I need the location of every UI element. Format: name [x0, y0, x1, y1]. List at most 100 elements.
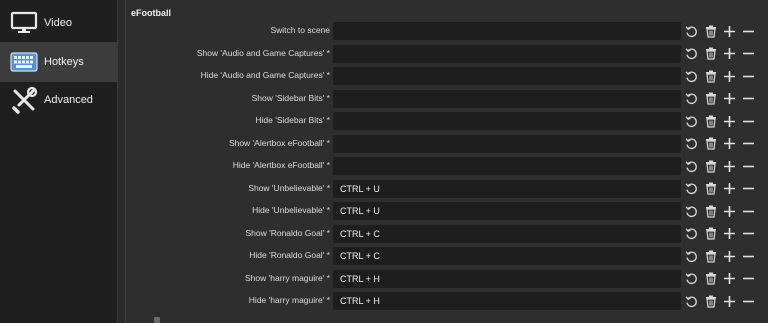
trash-icon[interactable] [703, 68, 718, 84]
hotkey-row: Hide 'harry maguire' * CTRL + H [118, 292, 768, 310]
plus-icon[interactable] [722, 23, 737, 39]
revert-icon[interactable] [684, 136, 699, 152]
hotkey-label: Show 'Alertbox eFootball' * [228, 137, 330, 148]
settings-sidebar: Video Hotkeys Advanced [0, 0, 118, 323]
hotkey-label: Switch to scene [270, 25, 330, 35]
hotkey-input[interactable] [333, 157, 681, 175]
hotkey-input[interactable] [333, 67, 681, 85]
plus-icon[interactable] [722, 271, 737, 287]
trash-icon[interactable] [703, 158, 718, 174]
minus-icon[interactable] [741, 91, 756, 107]
plus-icon[interactable] [722, 181, 737, 197]
group-title: eFootball [131, 8, 171, 18]
trash-icon[interactable] [703, 136, 718, 152]
minus-icon[interactable] [741, 203, 756, 219]
minus-icon[interactable] [741, 271, 756, 287]
minus-icon[interactable] [741, 68, 756, 84]
monitor-icon [9, 8, 39, 38]
hotkey-input[interactable]: CTRL + C [333, 247, 681, 265]
revert-icon[interactable] [684, 91, 699, 107]
sidebar-item-label: Video [44, 17, 72, 29]
keyboard-icon [9, 47, 39, 77]
plus-icon[interactable] [722, 68, 737, 84]
revert-icon[interactable] [684, 226, 699, 242]
minus-icon[interactable] [741, 136, 756, 152]
hotkey-row: Show 'Ronaldo Goal' * CTRL + C [118, 224, 768, 243]
minus-icon[interactable] [741, 158, 756, 174]
hotkey-label: Hide 'Sidebar Bits' * [255, 115, 330, 125]
trash-icon[interactable] [703, 203, 718, 219]
revert-icon[interactable] [684, 46, 699, 62]
hotkey-input[interactable]: CTRL + H [333, 269, 681, 288]
sidebar-item-advanced[interactable]: Advanced [0, 80, 117, 120]
sidebar-item-hotkeys[interactable]: Hotkeys [0, 42, 117, 82]
trash-icon[interactable] [703, 226, 718, 242]
revert-icon[interactable] [684, 293, 699, 309]
sidebar-item-label: Advanced [44, 94, 93, 106]
hotkey-row: Show 'Audio and Game Captures' * [118, 44, 768, 63]
plus-icon[interactable] [722, 158, 737, 174]
minus-icon[interactable] [741, 23, 756, 39]
hotkey-row: Show 'Sidebar Bits' * [118, 89, 768, 108]
minus-icon[interactable] [741, 113, 756, 129]
trash-icon[interactable] [703, 91, 718, 107]
hotkey-row: Hide 'Sidebar Bits' * [118, 112, 768, 130]
sidebar-item-label: Hotkeys [44, 56, 84, 68]
revert-icon[interactable] [684, 113, 699, 129]
minus-icon[interactable] [741, 46, 756, 62]
hotkey-label: Hide 'Alertbox eFootball' * [232, 160, 330, 170]
hotkey-label: Hide 'harry maguire' * [248, 295, 330, 305]
minus-icon[interactable] [741, 181, 756, 197]
minus-icon[interactable] [741, 248, 756, 264]
plus-icon[interactable] [722, 91, 737, 107]
trash-icon[interactable] [703, 181, 718, 197]
revert-icon[interactable] [684, 23, 699, 39]
minus-icon[interactable] [741, 226, 756, 242]
hotkey-label: Show 'Sidebar Bits' * [251, 92, 330, 103]
trash-icon[interactable] [703, 271, 718, 287]
sidebar-item-video[interactable]: Video [0, 3, 117, 43]
hotkey-row: Hide 'Ronaldo Goal' * CTRL + C [118, 247, 768, 265]
revert-icon[interactable] [684, 158, 699, 174]
revert-icon[interactable] [684, 68, 699, 84]
hotkey-input[interactable] [333, 134, 681, 153]
trash-icon[interactable] [703, 293, 718, 309]
hotkey-input[interactable] [333, 112, 681, 130]
revert-icon[interactable] [684, 248, 699, 264]
hotkey-input[interactable]: CTRL + H [333, 292, 681, 310]
plus-icon[interactable] [722, 293, 737, 309]
hotkey-row: Show 'Alertbox eFootball' * [118, 134, 768, 153]
hotkey-row: Hide 'Alertbox eFootball' * [118, 157, 768, 175]
scroll-indicator [154, 317, 160, 323]
plus-icon[interactable] [722, 113, 737, 129]
trash-icon[interactable] [703, 248, 718, 264]
hotkey-label: Show 'Unbelievable' * [248, 182, 330, 193]
hotkey-label: Show 'Audio and Game Captures' * [196, 47, 330, 58]
hotkey-input[interactable] [333, 44, 681, 63]
hotkey-input[interactable] [333, 22, 681, 40]
hotkey-input[interactable]: CTRL + C [333, 224, 681, 243]
hotkey-label: Show 'Ronaldo Goal' * [245, 227, 330, 238]
plus-icon[interactable] [722, 203, 737, 219]
revert-icon[interactable] [684, 203, 699, 219]
hotkey-label: Hide 'Audio and Game Captures' * [200, 70, 330, 80]
hotkey-input[interactable]: CTRL + U [333, 202, 681, 220]
trash-icon[interactable] [703, 113, 718, 129]
trash-icon[interactable] [703, 46, 718, 62]
hotkey-label: Hide 'Ronaldo Goal' * [249, 250, 330, 260]
hotkey-input[interactable] [333, 89, 681, 108]
revert-icon[interactable] [684, 181, 699, 197]
hotkeys-panel: eFootball Switch to scene Show 'Audio and… [118, 0, 768, 323]
hotkey-row: Hide 'Unbelievable' * CTRL + U [118, 202, 768, 220]
revert-icon[interactable] [684, 271, 699, 287]
minus-icon[interactable] [741, 293, 756, 309]
trash-icon[interactable] [703, 23, 718, 39]
plus-icon[interactable] [722, 46, 737, 62]
hotkey-row: Switch to scene [118, 22, 768, 40]
hotkey-row: Show 'harry maguire' * CTRL + H [118, 269, 768, 288]
hotkey-label: Show 'harry maguire' * [245, 272, 330, 283]
plus-icon[interactable] [722, 226, 737, 242]
plus-icon[interactable] [722, 136, 737, 152]
plus-icon[interactable] [722, 248, 737, 264]
hotkey-input[interactable]: CTRL + U [333, 179, 681, 198]
